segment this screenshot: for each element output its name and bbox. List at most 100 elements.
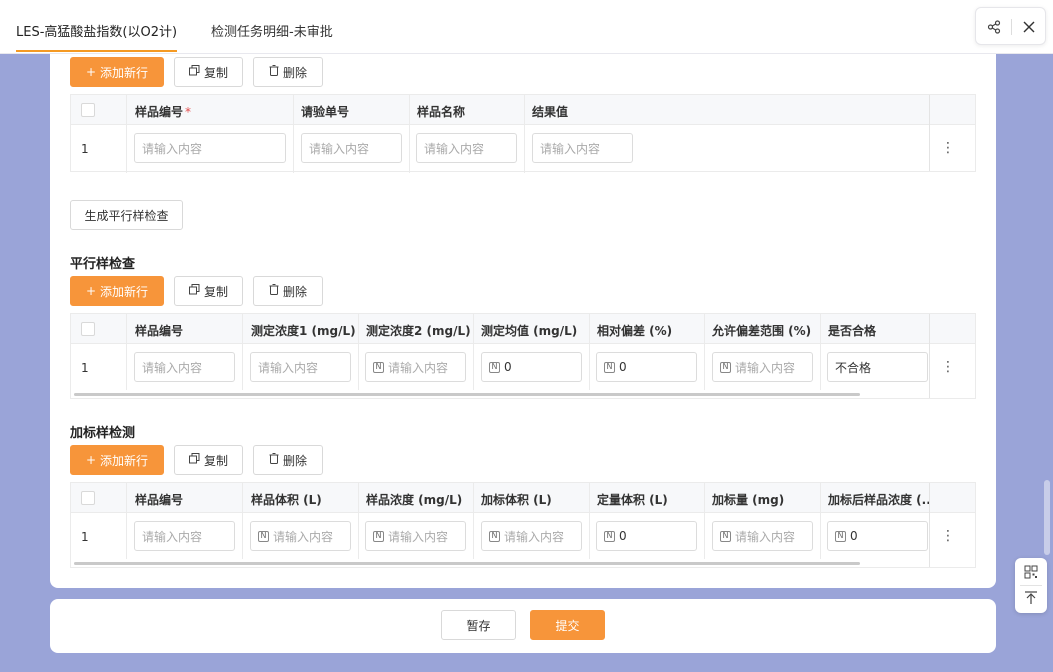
horizontal-scrollbar[interactable]	[74, 393, 860, 396]
sample-no-input[interactable]: 请输入内容	[134, 521, 235, 551]
number-icon: N	[835, 530, 846, 542]
column-header: 定量体积 (L)	[597, 493, 668, 507]
delete-button[interactable]: 删除	[253, 57, 323, 87]
trash-icon	[269, 284, 279, 298]
spike-volume-input[interactable]: N 请输入内容	[481, 521, 582, 551]
main-form-card: + 添加新行 复制 删除 样品编号 * 请验单号 样品名称 结果值 1 请输入内容 …	[50, 54, 996, 588]
copy-icon	[188, 284, 200, 298]
column-header: 样品编号	[135, 324, 184, 338]
select-all-checkbox[interactable]	[81, 322, 95, 336]
result-value-input[interactable]: 请输入内容	[532, 133, 633, 163]
table-header: 样品编号 样品体积 (L) 样品浓度 (mg/L) 加标体积 (L) 定量体积 …	[71, 483, 975, 513]
copy-icon	[188, 453, 200, 467]
number-icon: N	[373, 361, 384, 373]
delete-button[interactable]: 删除	[253, 276, 323, 306]
column-header: 加标体积 (L)	[481, 493, 552, 507]
number-icon: N	[373, 530, 384, 542]
number-icon: N	[604, 361, 615, 373]
number-icon: N	[489, 361, 500, 373]
back-to-top-icon[interactable]	[1023, 590, 1039, 606]
column-header: 测定浓度2 (mg/L)	[366, 324, 471, 338]
tab-inspection-task-detail[interactable]: 检测任务明细-未审批	[211, 21, 333, 40]
copy-button[interactable]: 复制	[174, 276, 243, 306]
actions-column	[929, 95, 975, 171]
table-header: 样品编号 测定浓度1 (mg/L) 测定浓度2 (mg/L) 测定均值 (mg/…	[71, 314, 975, 344]
column-header: 加标后样品浓度 (...	[828, 493, 930, 507]
copy-button[interactable]: 复制	[174, 57, 243, 87]
add-row-button[interactable]: + 添加新行	[70, 57, 164, 87]
conc2-input[interactable]: N 请输入内容	[365, 352, 466, 382]
parallel-check-table: 样品编号 测定浓度1 (mg/L) 测定浓度2 (mg/L) 测定均值 (mg/…	[70, 313, 976, 399]
copy-button[interactable]: 复制	[174, 445, 243, 475]
row-more-icon[interactable]: ⋮	[941, 528, 955, 544]
after-spike-conc-input[interactable]: N0	[827, 521, 928, 551]
sample-table: 样品编号 * 请验单号 样品名称 结果值 1 请输入内容 请输入内容 请输入内容 …	[70, 94, 976, 173]
column-header: 样品浓度 (mg/L)	[366, 493, 463, 507]
number-icon: N	[258, 530, 269, 542]
add-row-button[interactable]: + 添加新行	[70, 276, 164, 306]
plus-icon: +	[85, 284, 97, 298]
row-index: 1	[81, 361, 89, 375]
column-header: 是否合格	[828, 324, 877, 338]
submit-button[interactable]: 提交	[530, 610, 605, 640]
section-title-spiked: 加标样检测	[70, 426, 136, 441]
tool-divider	[1011, 19, 1012, 35]
plus-icon: +	[85, 453, 97, 467]
column-header: 请验单号	[301, 105, 350, 119]
sample-name-input[interactable]: 请输入内容	[416, 133, 517, 163]
request-no-input[interactable]: 请输入内容	[301, 133, 402, 163]
row-index: 1	[81, 530, 89, 544]
column-header: 相对偏差 (%)	[597, 324, 673, 338]
select-all-checkbox[interactable]	[81, 491, 95, 505]
allowed-deviation-input[interactable]: N 请输入内容	[712, 352, 813, 382]
row-more-icon[interactable]: ⋮	[941, 359, 955, 375]
page-scrollbar[interactable]	[1044, 480, 1050, 555]
column-header: 样品名称	[417, 105, 466, 119]
column-header: 加标量 (mg)	[712, 493, 785, 507]
column-header: 允许偏差范围 (%)	[712, 324, 812, 338]
column-header: 样品编号	[135, 493, 184, 507]
column-header: 结果值	[532, 105, 569, 119]
sample-no-input[interactable]: 请输入内容	[134, 133, 286, 163]
sample-volume-input[interactable]: N 请输入内容	[250, 521, 351, 551]
save-draft-button[interactable]: 暂存	[441, 610, 516, 640]
section-title-parallel: 平行样检查	[70, 257, 136, 272]
qualified-input[interactable]: 不合格	[827, 352, 928, 382]
select-all-checkbox[interactable]	[81, 103, 95, 117]
horizontal-scrollbar[interactable]	[74, 562, 860, 565]
row-more-icon[interactable]: ⋮	[941, 140, 955, 156]
column-header: 测定浓度1 (mg/L)	[251, 324, 356, 338]
table-header: 样品编号 * 请验单号 样品名称 结果值	[71, 95, 975, 125]
row-index: 1	[81, 142, 89, 156]
sample-no-input[interactable]: 请输入内容	[134, 352, 235, 382]
actions-column	[929, 483, 975, 567]
floating-tools	[1015, 558, 1047, 613]
conc1-input[interactable]: 请输入内容	[250, 352, 351, 382]
column-header: 样品编号 *	[135, 105, 192, 119]
copy-icon	[188, 65, 200, 79]
column-header: 测定均值 (mg/L)	[481, 324, 578, 338]
number-icon: N	[720, 361, 731, 373]
share-icon[interactable]	[985, 18, 1003, 36]
footer-action-bar: 暂存 提交	[50, 599, 996, 653]
tab-les-permanganate[interactable]: LES-高猛酸盐指数(以O2计)	[16, 21, 177, 40]
column-header: 样品体积 (L)	[251, 493, 322, 507]
window-tools	[975, 7, 1046, 45]
relative-deviation-input[interactable]: N0	[596, 352, 697, 382]
trash-icon	[269, 453, 279, 467]
trash-icon	[269, 65, 279, 79]
fixed-volume-input[interactable]: N0	[596, 521, 697, 551]
sample-conc-input[interactable]: N 请输入内容	[365, 521, 466, 551]
add-row-button[interactable]: + 添加新行	[70, 445, 164, 475]
close-icon[interactable]	[1020, 18, 1038, 36]
plus-icon: +	[85, 65, 97, 79]
number-icon: N	[720, 530, 731, 542]
actions-column	[929, 314, 975, 398]
delete-button[interactable]: 删除	[253, 445, 323, 475]
generate-parallel-check-button[interactable]: 生成平行样检查	[70, 200, 183, 230]
mean-input[interactable]: N0	[481, 352, 582, 382]
number-icon: N	[604, 530, 615, 542]
tab-bar: LES-高猛酸盐指数(以O2计) 检测任务明细-未审批	[0, 0, 1053, 54]
qrcode-icon[interactable]	[1023, 564, 1039, 580]
spike-amount-input[interactable]: N 请输入内容	[712, 521, 813, 551]
